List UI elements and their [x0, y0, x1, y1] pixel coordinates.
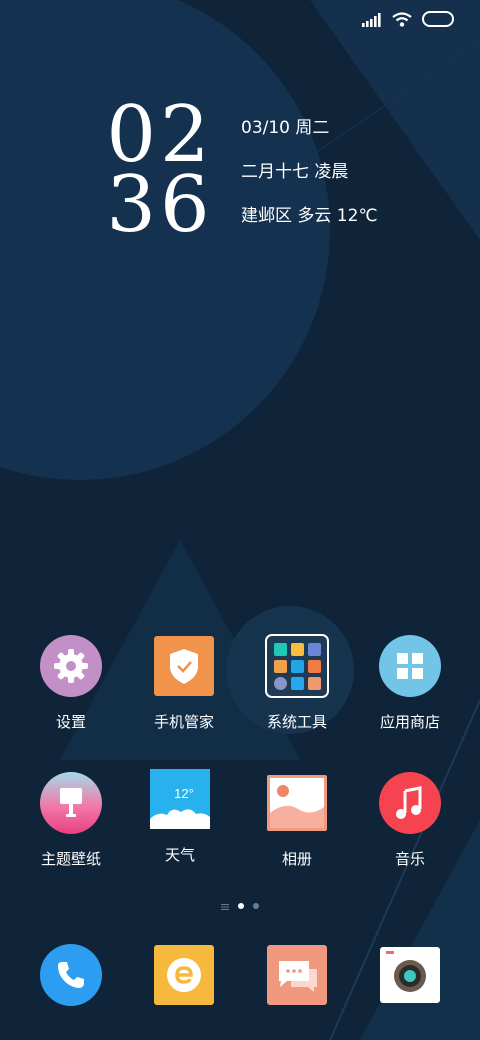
date-text: 03/10 周二 [241, 118, 330, 138]
gallery-icon [265, 771, 329, 835]
weather-text: 建邺区 多云 12℃ [241, 206, 378, 226]
status-bar [362, 10, 454, 32]
page-dot-active [238, 902, 244, 909]
app-label: 应用商店 [379, 713, 440, 731]
settings-gear-icon [39, 634, 103, 698]
clock-minutes: 36 [106, 160, 214, 250]
app-label: 手机管家 [153, 713, 214, 731]
app-theme-wallpaper[interactable]: 主题壁纸 [16, 771, 126, 869]
app-label: 系统工具 [266, 713, 327, 731]
dock-phone[interactable] [16, 943, 126, 1007]
dock-messages[interactable] [242, 943, 352, 1007]
battery-icon [422, 11, 454, 31]
app-label: 设置 [55, 713, 86, 731]
app-music[interactable]: 音乐 [355, 771, 465, 869]
app-label: 相册 [281, 850, 312, 868]
signal-bars-icon [362, 12, 382, 31]
browser-e-icon [152, 943, 216, 1007]
phone-manager-shield-icon [152, 634, 216, 698]
app-label: 主题壁纸 [40, 850, 101, 868]
camera-icon [378, 943, 442, 1007]
wallpaper [0, 0, 480, 1040]
weather-icon: 12° [150, 769, 210, 829]
weather-temperature: 12° [174, 786, 194, 801]
app-settings[interactable]: 设置 [16, 634, 126, 732]
music-note-icon [378, 771, 442, 835]
wallpaper-shapes [0, 0, 480, 1040]
date-weather-widget[interactable]: 03/10 周二 二月十七 凌晨 建邺区 多云 12℃ [241, 116, 378, 248]
wifi-icon [392, 11, 412, 31]
app-gallery[interactable]: 相册 [242, 771, 352, 869]
app-app-store[interactable]: 应用商店 [355, 634, 465, 732]
messages-icon [265, 943, 329, 1007]
dock-camera[interactable] [355, 943, 465, 1007]
app-store-grid-icon [378, 634, 442, 698]
phone-icon [39, 943, 103, 1007]
lunar-date-text: 二月十七 凌晨 [241, 162, 349, 182]
app-system-tools-folder[interactable]: 系统工具 [242, 634, 352, 732]
app-label: 天气 [164, 846, 195, 864]
dock-browser[interactable] [129, 943, 239, 1007]
app-phone-manager[interactable]: 手机管家 [129, 634, 239, 732]
app-label: 音乐 [394, 850, 425, 868]
system-tools-folder-icon [265, 634, 329, 698]
page-indicator[interactable] [0, 896, 480, 915]
page-dot [253, 902, 259, 909]
theme-wallpaper-icon [39, 771, 103, 835]
clock-widget[interactable]: 02 36 [100, 96, 220, 250]
page-list-icon [221, 896, 229, 915]
app-weather[interactable]: 12° 天气 [125, 769, 235, 865]
